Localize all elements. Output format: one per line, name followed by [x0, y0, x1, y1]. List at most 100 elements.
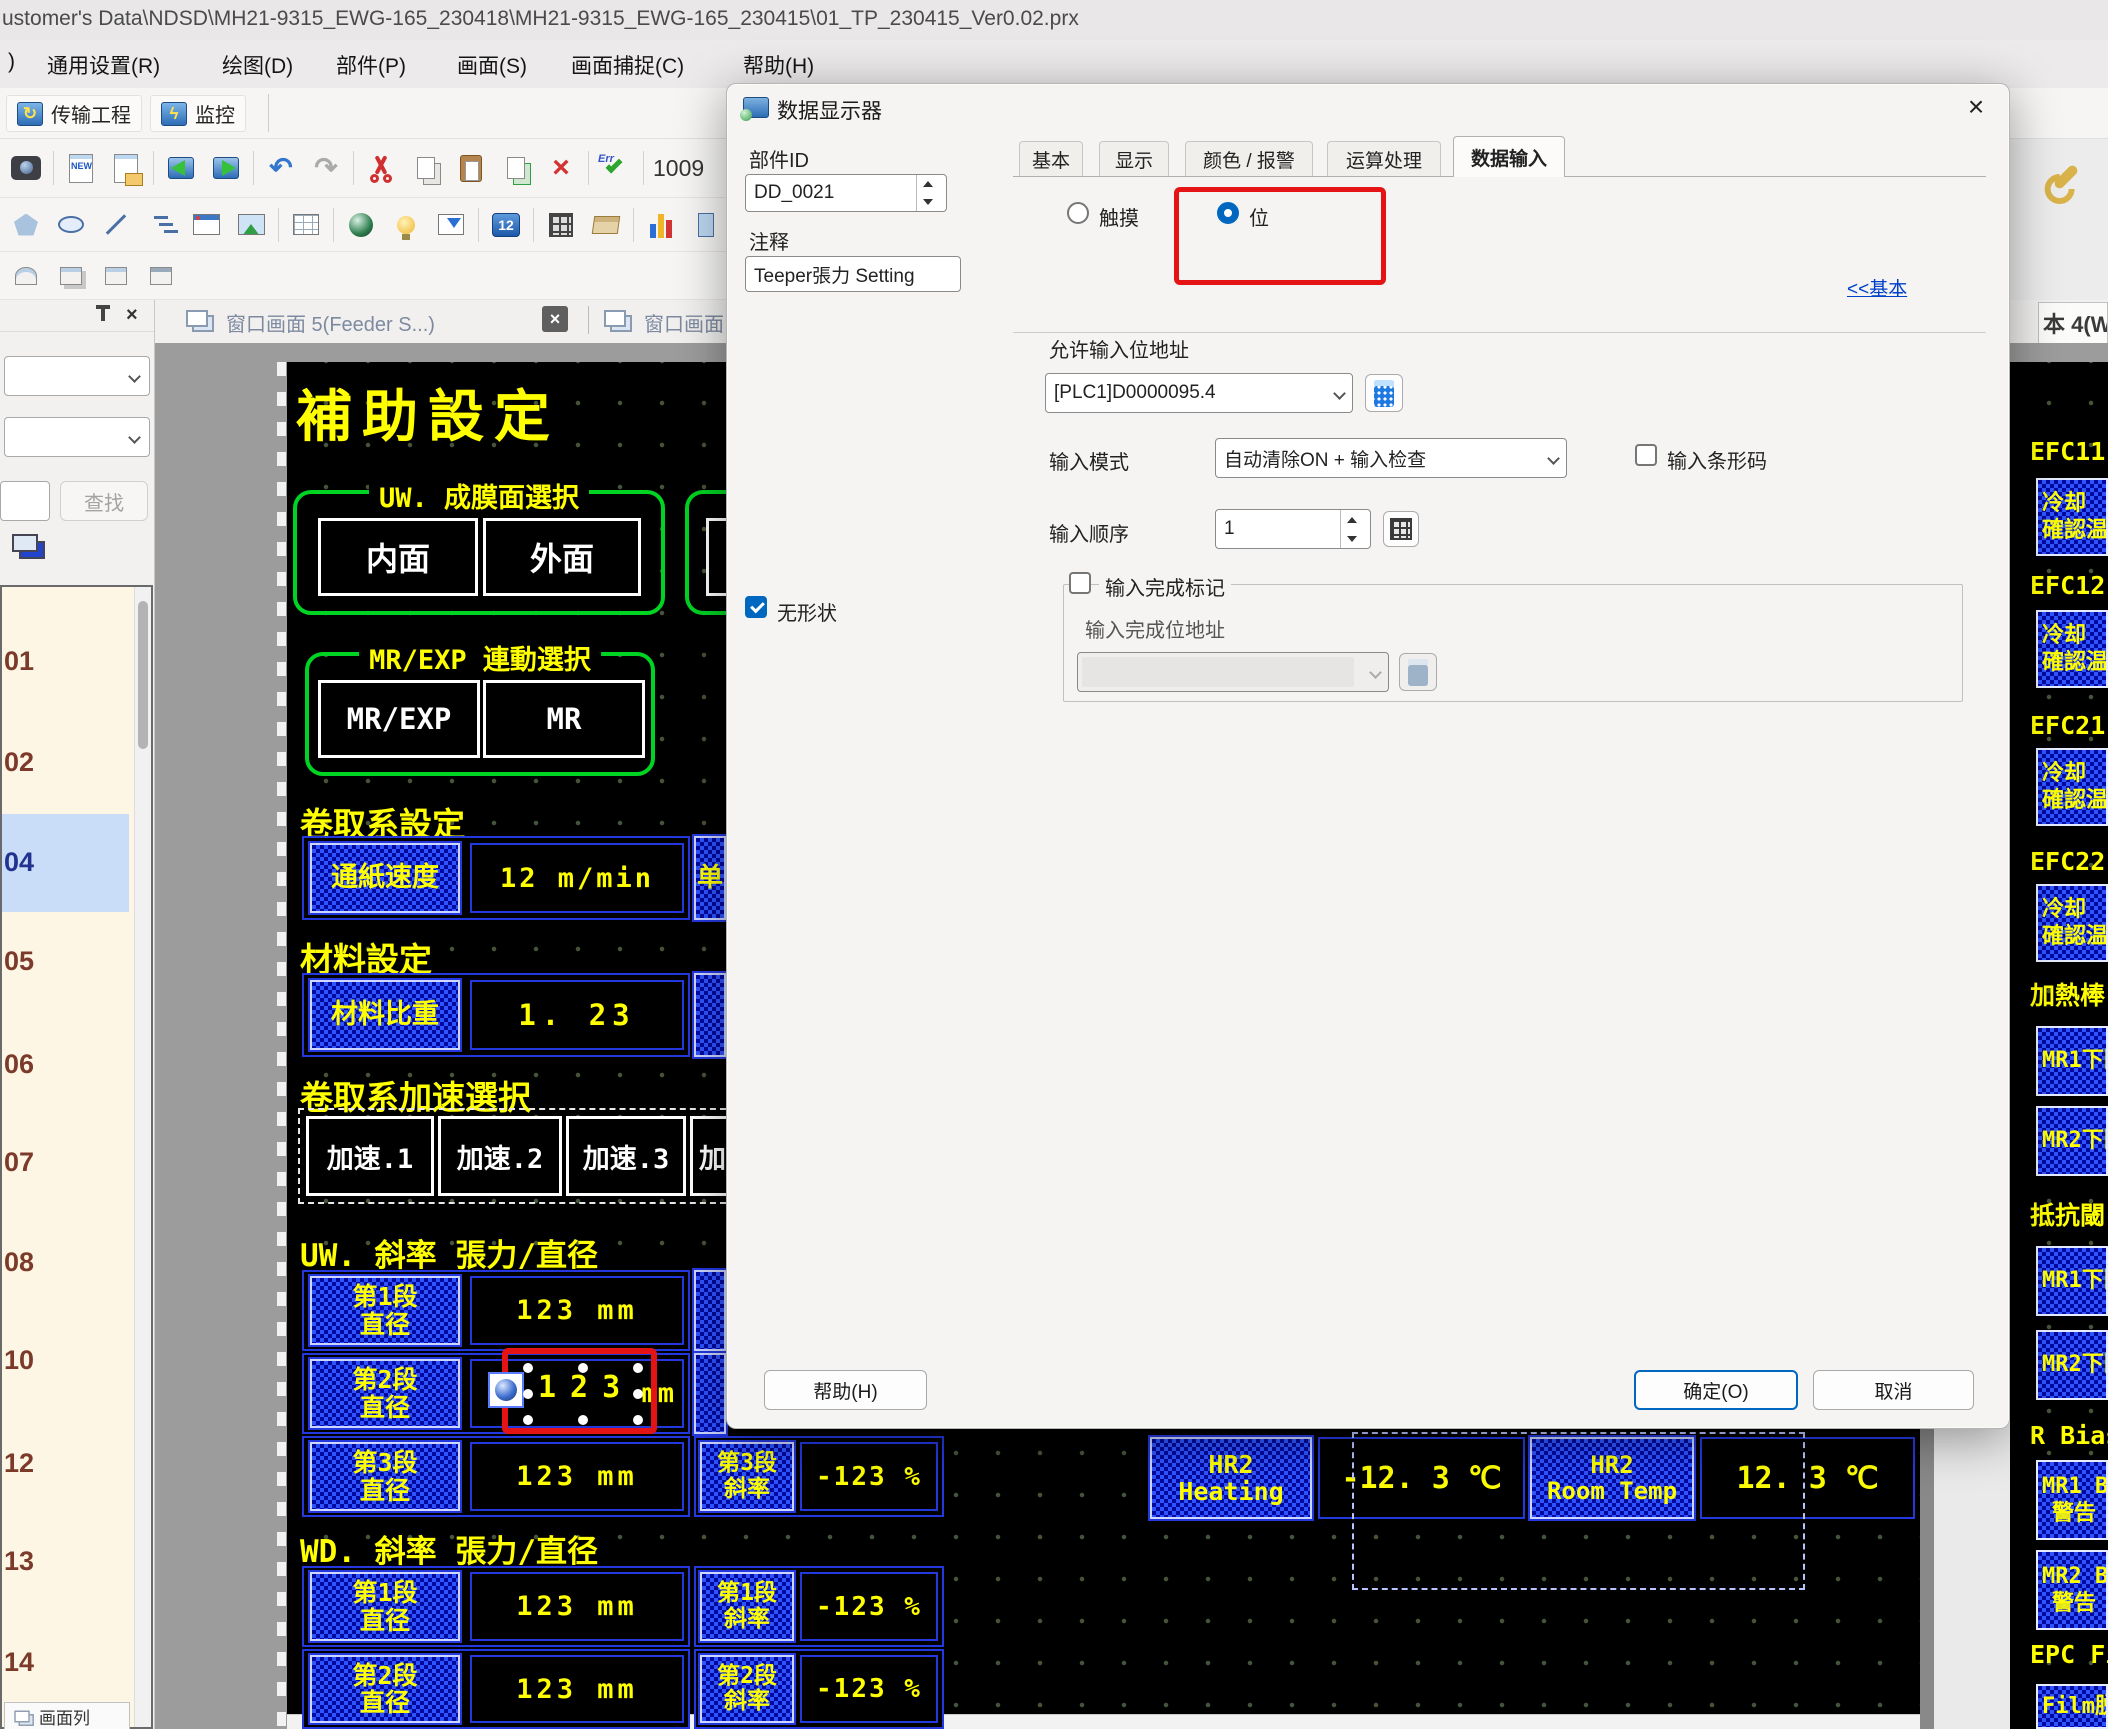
- hmi-label-wd-stage2-slope[interactable]: 第2段斜率: [700, 1655, 794, 1723]
- tools-icon[interactable]: [2053, 164, 2080, 191]
- new-screen-icon[interactable]: [63, 150, 99, 186]
- hmi-right-box[interactable]: MR1下限: [2036, 1026, 2108, 1096]
- search-input[interactable]: [0, 481, 50, 521]
- comment-input[interactable]: Teeper張力 Setting: [745, 256, 961, 292]
- part-id-spinner[interactable]: DD_0021: [745, 174, 947, 212]
- panel-close-icon[interactable]: ×: [126, 304, 138, 327]
- transfer-project-button[interactable]: ↻ 传输工程: [6, 95, 142, 132]
- input-order-spinner[interactable]: 1: [1215, 509, 1371, 549]
- tab-basic[interactable]: 基本: [1019, 141, 1083, 177]
- hmi-right-label[interactable]: R Bias電: [2030, 1416, 2108, 1452]
- hmi-label-stage3-slope[interactable]: 第3段斜率: [700, 1442, 794, 1511]
- screen-type-dropdown[interactable]: [4, 356, 150, 396]
- selection-handle[interactable]: [633, 1389, 643, 1399]
- keypad-part-icon[interactable]: [543, 207, 579, 243]
- hmi-label-hr2-heating[interactable]: HR2Heating: [1150, 1437, 1312, 1519]
- screen-list-item-selected[interactable]: 04: [4, 847, 44, 879]
- hmi-button-accel-partial[interactable]: 加: [690, 1116, 726, 1196]
- pan-tool-icon[interactable]: [8, 258, 44, 294]
- switch-part-icon[interactable]: [343, 207, 379, 243]
- completion-address-combo[interactable]: [1077, 652, 1389, 692]
- screen-call-icon[interactable]: [188, 207, 224, 243]
- order-table-button[interactable]: [1383, 511, 1419, 547]
- dialog-close-icon[interactable]: ×: [1959, 90, 1993, 124]
- hmi-button-outer[interactable]: 外面: [483, 518, 641, 596]
- window-tab-6[interactable]: 窗口画面 6(F: [644, 308, 726, 337]
- delete-icon[interactable]: ×: [543, 150, 579, 186]
- hmi-right-box[interactable]: 冷却確認温度: [2036, 610, 2108, 688]
- line-chart-part-icon[interactable]: [688, 207, 724, 243]
- completion-keypad-button[interactable]: [1399, 653, 1437, 691]
- monitor-button[interactable]: ϟ 监控: [150, 95, 246, 132]
- hmi-right-box[interactable]: MR2 Bia警告: [2036, 1550, 2108, 1630]
- input-mode-combo[interactable]: 自动清除ON + 输入检查: [1215, 438, 1567, 478]
- hmi-label-stage2-dia[interactable]: 第2段直径: [310, 1359, 460, 1428]
- selected-part-icon[interactable]: [488, 1372, 524, 1408]
- tab-operation[interactable]: 运算处理: [1327, 141, 1441, 177]
- hmi-partial-box[interactable]: [694, 1270, 726, 1351]
- no-shape-checkbox[interactable]: [745, 596, 767, 618]
- hmi-label-wd-stage2-dia[interactable]: 第2段直径: [310, 1655, 460, 1723]
- help-button[interactable]: 帮助(H): [764, 1370, 927, 1410]
- touch-radio[interactable]: [1067, 202, 1089, 224]
- lamp-part-icon[interactable]: [388, 207, 424, 243]
- hmi-right-label[interactable]: 抵抗閾: [2030, 1196, 2108, 1232]
- allow-input-address-combo[interactable]: [PLC1]D0000095.4: [1045, 373, 1353, 413]
- hmi-button-partial[interactable]: [706, 518, 726, 596]
- cascade-windows-icon[interactable]: [53, 258, 89, 294]
- menu-item-partial[interactable]: ): [8, 50, 15, 74]
- polygon-tool-icon[interactable]: [8, 207, 44, 243]
- hmi-label-wd-stage1-slope[interactable]: 第1段斜率: [700, 1572, 794, 1641]
- back-to-basic-link[interactable]: <<基本: [1847, 274, 1907, 301]
- screen-list-item[interactable]: 13: [4, 1546, 44, 1578]
- hmi-right-box[interactable]: 冷却確認温度: [2036, 884, 2108, 962]
- hmi-right-box[interactable]: MR1下限: [2036, 1246, 2108, 1316]
- selection-handle[interactable]: [633, 1415, 643, 1425]
- screen-list-bottom-tab[interactable]: 画面列: [4, 1702, 130, 1729]
- hmi-right-box[interactable]: MR2下限: [2036, 1106, 2108, 1176]
- screen-list-item[interactable]: 05: [4, 946, 44, 978]
- completion-flag-checkbox[interactable]: [1069, 572, 1091, 594]
- hmi-right-box[interactable]: 冷却確認温度: [2036, 478, 2108, 556]
- hmi-partial-box[interactable]: 单: [694, 836, 726, 920]
- hmi-screen-title[interactable]: 補助設定: [296, 372, 560, 453]
- hmi-value-stage1-dia[interactable]: 123 mm: [470, 1276, 684, 1345]
- hmi-value-stage3-slope[interactable]: -123 %: [800, 1442, 938, 1511]
- hmi-label-stage3-dia[interactable]: 第3段直径: [310, 1442, 460, 1511]
- screen-list-item[interactable]: 06: [4, 1049, 44, 1081]
- hmi-button-accel-3[interactable]: 加速.3: [566, 1116, 686, 1196]
- spinner-buttons[interactable]: [916, 175, 938, 211]
- screen-list-item[interactable]: 02: [4, 747, 44, 779]
- hmi-label-material-density[interactable]: 材料比重: [310, 980, 460, 1050]
- hmi-value-wd-stage2-dia[interactable]: 123 mm: [470, 1655, 684, 1723]
- hmi-value-paper-speed[interactable]: 12 m/min: [470, 843, 684, 913]
- ok-button[interactable]: 确定(O): [1634, 1370, 1798, 1410]
- selection-handle[interactable]: [578, 1363, 588, 1373]
- image-tool-icon[interactable]: [233, 207, 269, 243]
- barcode-checkbox[interactable]: [1635, 444, 1657, 466]
- hmi-button-inner[interactable]: 内面: [318, 518, 478, 596]
- hmi-right-label[interactable]: EFC22 冷: [2030, 842, 2108, 878]
- tab-color-alarm[interactable]: 颜色 / 报警: [1185, 141, 1313, 177]
- duplicate-icon[interactable]: [498, 150, 534, 186]
- pin-icon[interactable]: [101, 308, 105, 321]
- hmi-value-wd-stage1-slope[interactable]: -123 %: [800, 1572, 938, 1641]
- hmi-label-wd-stage1-dia[interactable]: 第1段直径: [310, 1572, 460, 1641]
- hmi-value-stage2-selected[interactable]: 123: [538, 1370, 634, 1405]
- selection-handle[interactable]: [523, 1415, 533, 1425]
- list-scrollbar[interactable]: [134, 587, 151, 1727]
- screen-list-item[interactable]: 14: [4, 1647, 44, 1679]
- paste-icon[interactable]: [453, 150, 489, 186]
- parts-package-icon[interactable]: [588, 207, 624, 243]
- date-display-icon[interactable]: [488, 207, 524, 243]
- menu-item-screen-capture[interactable]: 画面捕捉(C): [571, 50, 684, 80]
- undo-icon[interactable]: ↶: [263, 150, 299, 186]
- hmi-right-label[interactable]: 加熱棒: [2030, 976, 2108, 1012]
- hmi-button-accel-1[interactable]: 加速.1: [306, 1116, 434, 1196]
- base-screen-tab[interactable]: 本 4(Wind: [2038, 302, 2108, 343]
- hmi-label-stage1-dia[interactable]: 第1段直径: [310, 1276, 460, 1345]
- next-screen-icon[interactable]: [208, 150, 244, 186]
- table-tool-icon[interactable]: [288, 207, 324, 243]
- find-button[interactable]: 查找: [60, 481, 148, 521]
- screen-list-item[interactable]: 08: [4, 1247, 44, 1279]
